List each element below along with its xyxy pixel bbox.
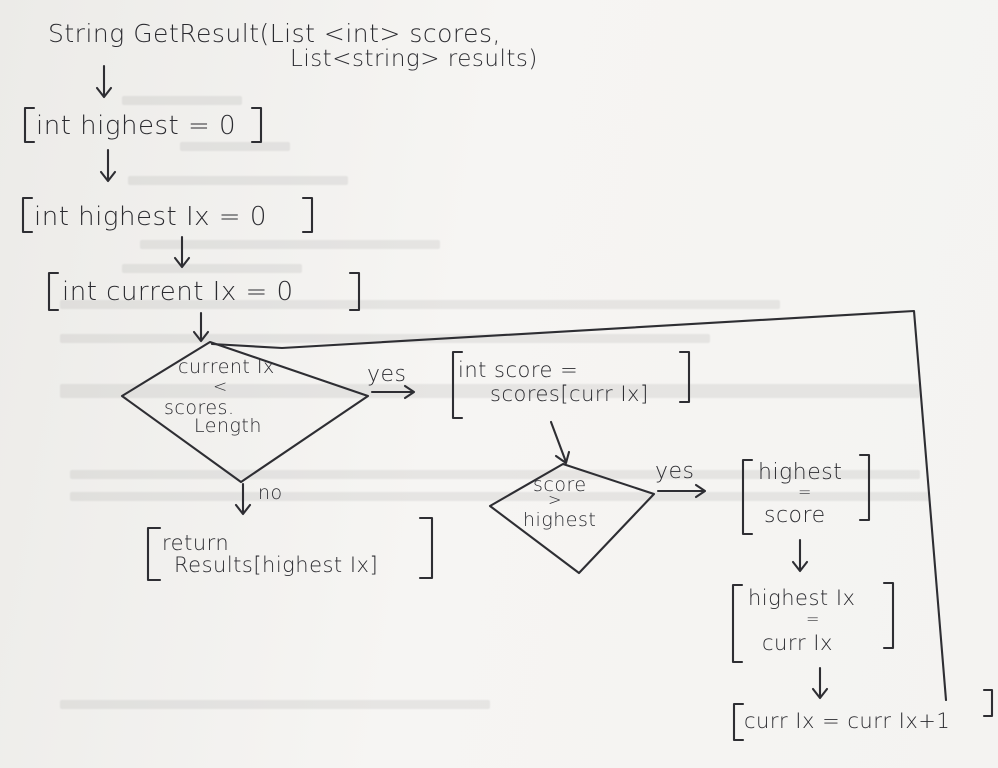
- process-box-increment: curr Ix = curr Ix+1: [732, 688, 994, 742]
- decision-compare: score > highest: [488, 462, 656, 575]
- arrow-down-icon: [192, 311, 210, 343]
- step-init-current-ix: int current Ix = 0: [62, 277, 294, 307]
- set-highest-operator: =: [798, 482, 812, 501]
- score-assign-line-1: int score =: [458, 358, 578, 382]
- loop-condition-left: current Ix: [178, 356, 275, 378]
- return-line-1: return: [162, 531, 229, 555]
- arrow-down-icon: [99, 148, 117, 183]
- loop-yes-label: yes: [367, 362, 407, 387]
- step-init-highest: int highest = 0: [36, 111, 236, 141]
- signature-line-2: List<string> results): [290, 46, 538, 72]
- step-init-highest-ix: int highest Ix = 0: [34, 202, 267, 232]
- process-box-set-highest-ix: highest Ix = curr Ix: [731, 581, 895, 664]
- process-box-set-highest: highest = score: [741, 453, 871, 536]
- compare-right: highest: [523, 509, 596, 531]
- arrow-down-icon: [791, 538, 809, 573]
- set-highest-ix-line-2: curr Ix: [762, 631, 833, 655]
- arrow-down-icon: [549, 420, 571, 465]
- loop-condition-operator: <: [213, 377, 228, 397]
- signature-line-1: String GetResult(List <int> scores,: [48, 19, 501, 48]
- flowchart: String GetResult(List <int> scores, List…: [21, 19, 994, 742]
- process-box-init-highest-ix: int highest Ix = 0: [21, 196, 314, 234]
- process-box-score-assign: int score = scores[curr Ix]: [451, 350, 691, 420]
- loop-condition-right-2: Length: [194, 415, 262, 437]
- compare-yes-label: yes: [655, 459, 695, 484]
- loop-back-line: [210, 309, 948, 702]
- compare-operator: >: [548, 490, 562, 509]
- arrow-down-icon: [173, 235, 191, 269]
- arrow-down-icon: [811, 666, 829, 700]
- arrow-right-icon: [656, 483, 707, 499]
- loop-no-label: no: [258, 482, 283, 504]
- process-box-init-current-ix: int current Ix = 0: [47, 271, 361, 312]
- set-highest-ix-operator: =: [806, 609, 820, 628]
- return-line-2: Results[highest Ix]: [174, 553, 378, 577]
- arrow-down-icon: [234, 482, 252, 516]
- arrow-down-icon: [95, 64, 113, 99]
- set-highest-ix-line-1: highest Ix: [748, 586, 855, 610]
- set-highest-line-2: score: [764, 503, 826, 528]
- decision-loop-condition: current Ix < scores. Length: [120, 340, 370, 484]
- process-box-return: return Results[highest Ix]: [146, 516, 434, 582]
- score-assign-line-2: scores[curr Ix]: [490, 382, 649, 406]
- process-box-init-highest: int highest = 0: [23, 106, 263, 144]
- arrow-right-icon: [370, 384, 416, 400]
- step-increment: curr Ix = curr Ix+1: [744, 709, 950, 733]
